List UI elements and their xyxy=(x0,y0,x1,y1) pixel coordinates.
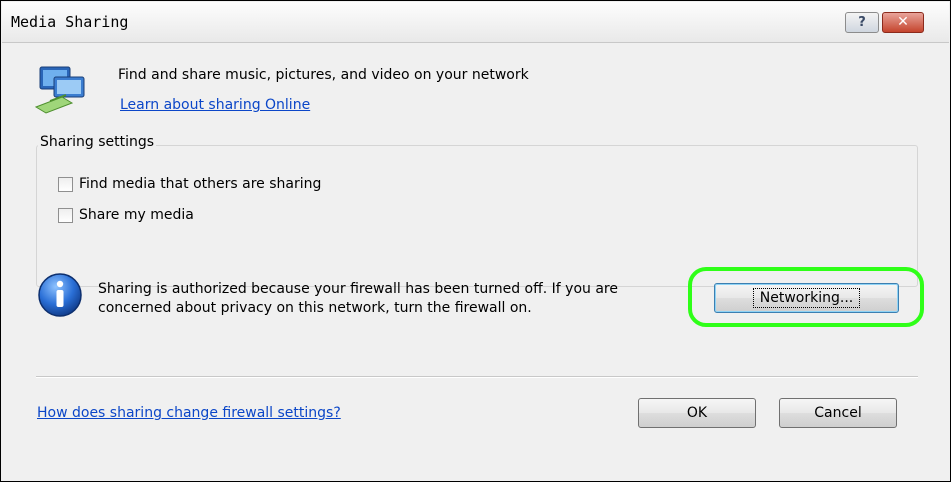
find-media-label: Find media that others are sharing xyxy=(79,176,322,192)
header-description: Find and share music, pictures, and vide… xyxy=(118,67,529,83)
firewall-settings-help-link[interactable]: How does sharing change firewall setting… xyxy=(37,405,341,421)
networking-button-label: Networking... xyxy=(752,288,861,308)
sharing-settings-label: Sharing settings xyxy=(38,134,157,150)
media-sharing-dialog: Media Sharing ? ✕ Find and share music, … xyxy=(0,0,951,482)
ok-button[interactable]: OK xyxy=(638,398,756,428)
networking-button[interactable]: Networking... xyxy=(714,283,899,313)
help-button[interactable]: ? xyxy=(845,12,879,33)
close-button[interactable]: ✕ xyxy=(882,12,924,33)
window-title: Media Sharing xyxy=(11,13,129,31)
firewall-info-message: Sharing is authorized because your firew… xyxy=(98,281,618,316)
separator xyxy=(36,376,918,378)
find-media-option[interactable]: Find media that others are sharing xyxy=(58,176,321,192)
title-bar: Media Sharing ? ✕ xyxy=(2,2,949,43)
share-my-media-option[interactable]: Share my media xyxy=(58,207,194,223)
find-media-checkbox[interactable] xyxy=(58,176,73,192)
cancel-button[interactable]: Cancel xyxy=(779,398,897,428)
dialog-content: Find and share music, pictures, and vide… xyxy=(2,43,949,481)
share-my-media-checkbox[interactable] xyxy=(58,207,73,223)
learn-about-sharing-link[interactable]: Learn about sharing Online xyxy=(120,97,310,113)
info-icon xyxy=(38,273,82,317)
media-sharing-icon xyxy=(34,66,85,114)
share-my-media-label: Share my media xyxy=(79,207,194,223)
